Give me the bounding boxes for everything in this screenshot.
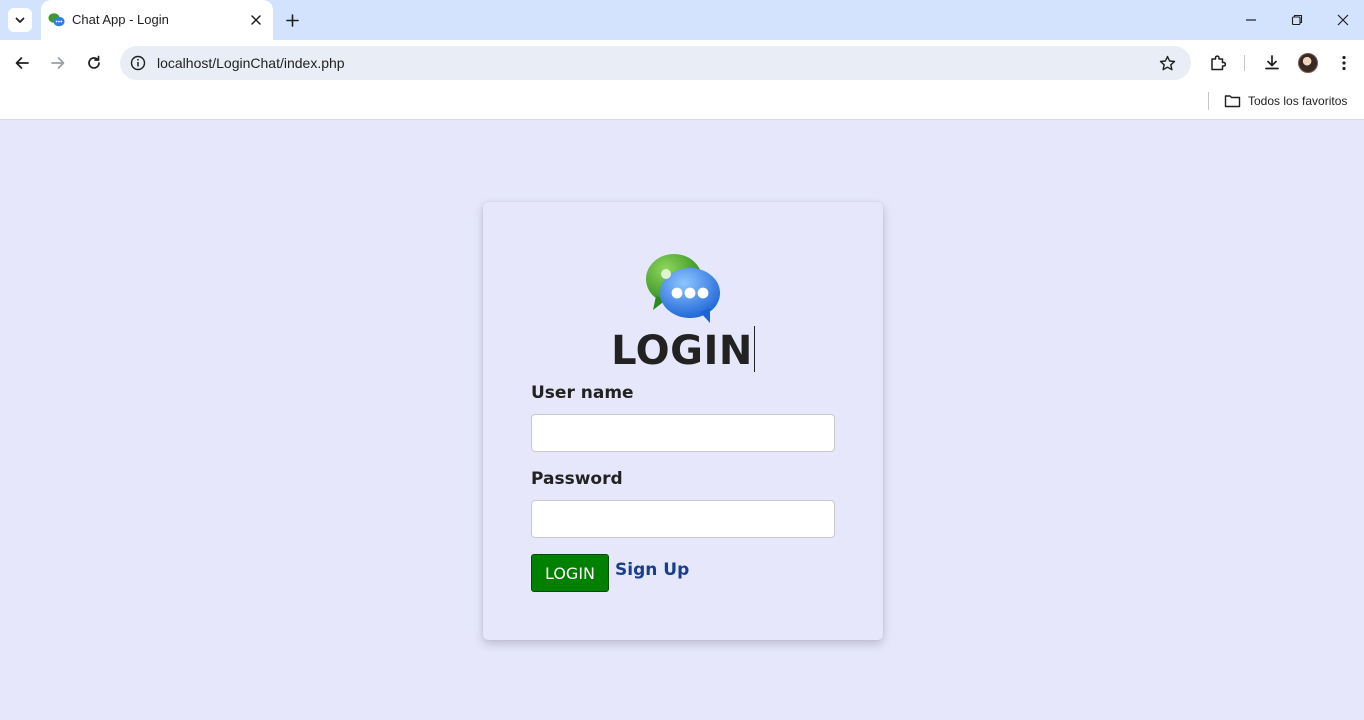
browser-menu-button[interactable] [1332, 51, 1356, 75]
url-text[interactable]: localhost/LoginChat/index.php [157, 55, 345, 71]
downloads-button[interactable] [1260, 51, 1284, 75]
password-field[interactable] [531, 500, 835, 538]
back-arrow-icon [15, 57, 29, 69]
bookmarks-bar: Todos los favoritos [0, 86, 1364, 120]
username-label: User name [531, 383, 634, 403]
plus-icon [285, 13, 299, 27]
text-cursor [753, 326, 755, 372]
reload-icon [88, 55, 100, 69]
bookmark-star-button[interactable] [1157, 53, 1177, 73]
signup-link[interactable]: Sign Up [615, 560, 689, 580]
star-icon [1159, 55, 1175, 70]
chat-bubbles-icon [48, 13, 65, 27]
forward-button[interactable] [46, 51, 70, 75]
chat-bubbles-icon [646, 254, 720, 323]
extensions-icon [1211, 55, 1227, 71]
login-button[interactable]: LOGIN [531, 554, 609, 592]
reload-button[interactable] [82, 51, 106, 75]
chevron-down-icon [15, 17, 25, 23]
download-icon [1265, 55, 1279, 70]
close-window-button[interactable] [1333, 10, 1353, 30]
username-field[interactable] [531, 414, 835, 452]
password-label: Password [531, 469, 623, 489]
folder-icon [1224, 95, 1241, 108]
browser-toolbar: localhost/LoginChat/index.php [0, 40, 1364, 86]
all-bookmarks-folder[interactable]: Todos los favoritos [1224, 91, 1347, 111]
site-info-button[interactable] [128, 53, 148, 73]
tab-search-button[interactable] [8, 8, 32, 32]
close-icon [1337, 14, 1349, 26]
forward-arrow-icon [51, 57, 65, 69]
login-card: LOGIN User name Password LOGIN Sign Up [483, 202, 883, 640]
tab-title: Chat App - Login [72, 12, 169, 27]
page-title-text: LOGIN [611, 328, 753, 374]
profile-avatar[interactable] [1298, 53, 1318, 73]
close-icon [251, 15, 261, 25]
active-tab[interactable]: Chat App - Login [41, 0, 273, 40]
address-bar[interactable]: localhost/LoginChat/index.php [120, 46, 1191, 80]
minimize-icon [1246, 19, 1256, 21]
toolbar-separator [1244, 55, 1245, 71]
restore-icon [1291, 14, 1303, 26]
tab-strip: Chat App - Login [0, 0, 1364, 40]
restore-button[interactable] [1287, 10, 1307, 30]
site-info-icon [130, 55, 146, 71]
new-tab-button[interactable] [282, 10, 302, 30]
extensions-button[interactable] [1206, 51, 1230, 75]
close-tab-button[interactable] [247, 11, 265, 29]
kebab-menu-icon [1342, 55, 1346, 71]
back-button[interactable] [10, 51, 34, 75]
page-title: LOGIN [483, 326, 883, 374]
bookmarks-folder-label: Todos los favoritos [1248, 94, 1348, 108]
bookmarks-separator [1208, 92, 1209, 110]
minimize-button[interactable] [1241, 10, 1261, 30]
